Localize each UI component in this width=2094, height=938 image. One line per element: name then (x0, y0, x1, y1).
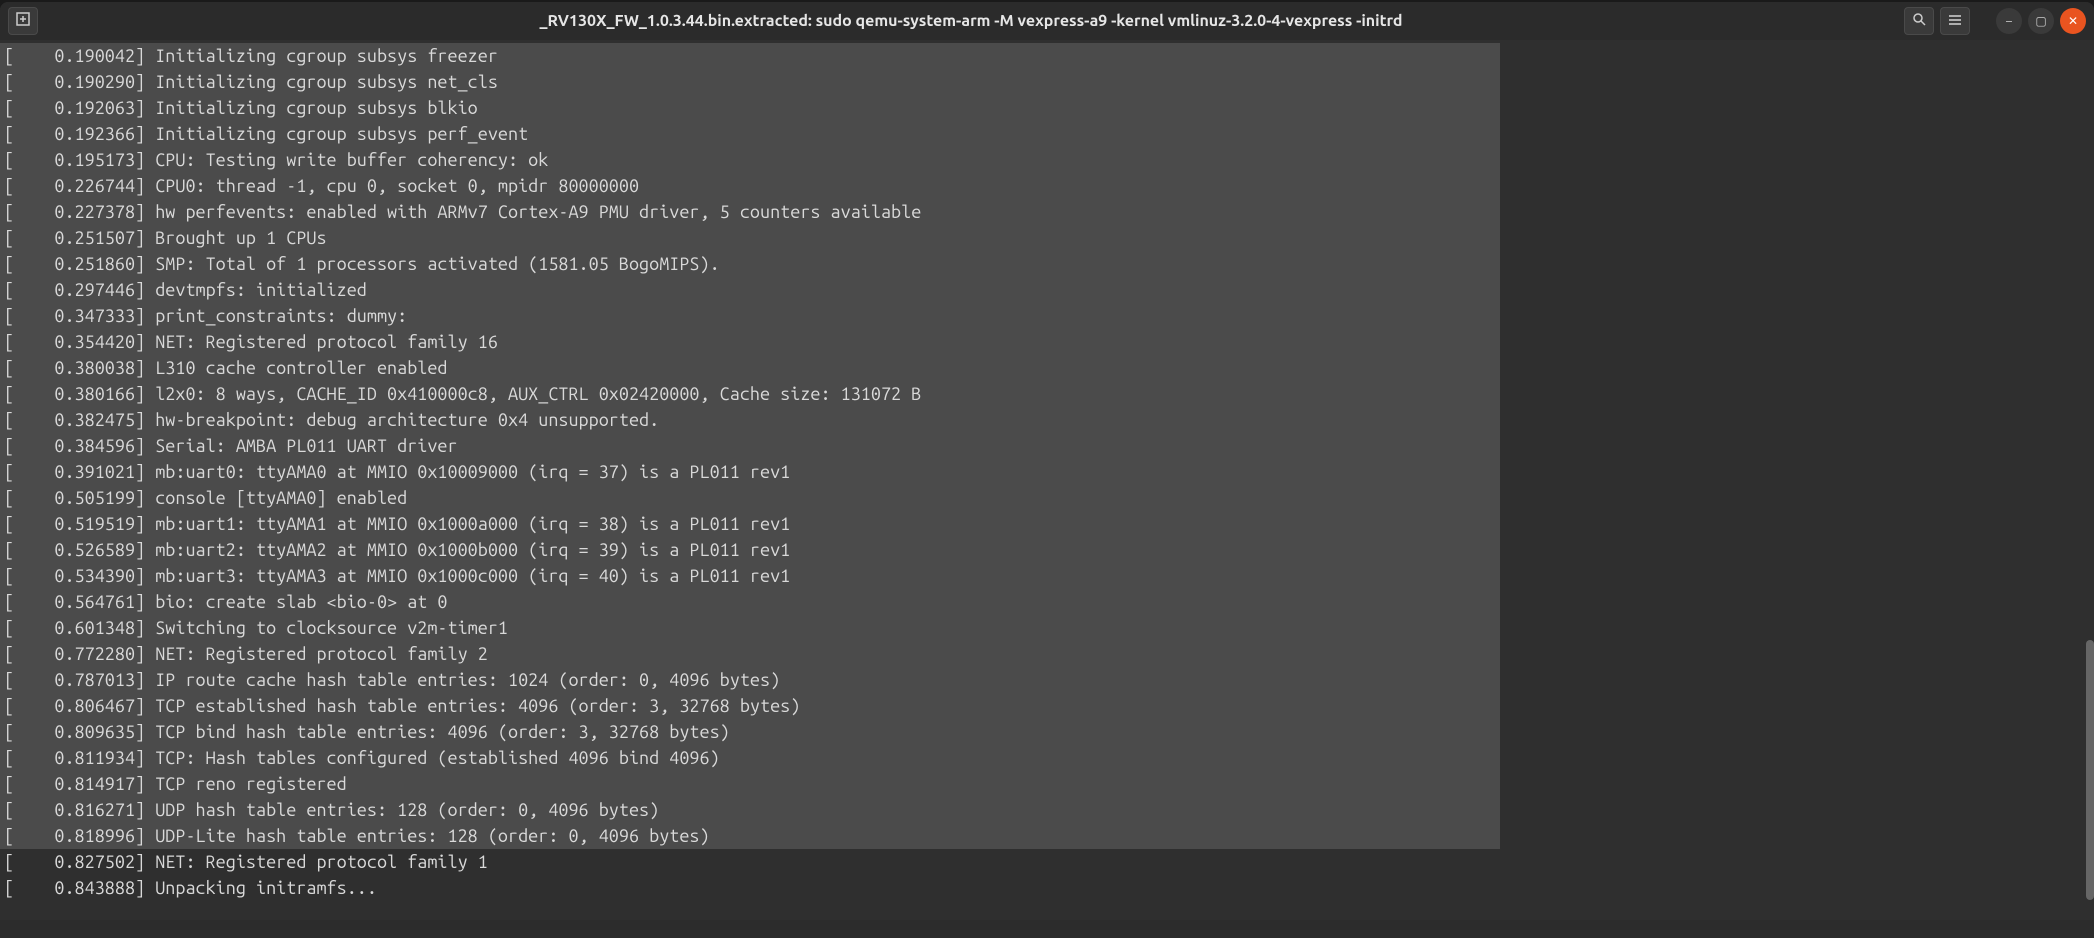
kernel-log-line: [ 0.192366] Initializing cgroup subsys p… (4, 121, 2090, 147)
window-close-button[interactable]: ✕ (2060, 8, 2086, 34)
kernel-log-line: [ 0.816271] UDP hash table entries: 128 … (4, 797, 2090, 823)
kernel-log-line: [ 0.519519] mb:uart1: ttyAMA1 at MMIO 0x… (4, 511, 2090, 537)
kernel-log-line: [ 0.190042] Initializing cgroup subsys f… (4, 43, 2090, 69)
kernel-log-line: [ 0.380166] l2x0: 8 ways, CACHE_ID 0x410… (4, 381, 2090, 407)
terminal-window: _RV130X_FW_1.0.3.44.bin.extracted: sudo … (0, 2, 2094, 920)
kernel-log-line: [ 0.772280] NET: Registered protocol fam… (4, 641, 2090, 667)
kernel-log-line: [ 0.811934] TCP: Hash tables configured … (4, 745, 2090, 771)
window-minimize-button[interactable]: – (1996, 8, 2022, 34)
kernel-log-line: [ 0.526589] mb:uart2: ttyAMA2 at MMIO 0x… (4, 537, 2090, 563)
kernel-log-line: [ 0.814917] TCP reno registered (4, 771, 2090, 797)
kernel-log-line: [ 0.818996] UDP-Lite hash table entries:… (4, 823, 2090, 849)
kernel-log-line: [ 0.505199] console [ttyAMA0] enabled (4, 485, 2090, 511)
maximize-icon: ▢ (2035, 14, 2046, 28)
terminal-output[interactable]: [ 0.190042] Initializing cgroup subsys f… (0, 40, 2094, 911)
kernel-log-line: [ 0.380038] L310 cache controller enable… (4, 355, 2090, 381)
minimize-icon: – (2006, 15, 2012, 28)
terminal-body[interactable]: [ 0.190042] Initializing cgroup subsys f… (0, 40, 2094, 920)
new-tab-button[interactable] (8, 7, 38, 35)
kernel-log-line: [ 0.251507] Brought up 1 CPUs (4, 225, 2090, 251)
kernel-log-line: [ 0.190290] Initializing cgroup subsys n… (4, 69, 2090, 95)
kernel-log-line: [ 0.601348] Switching to clocksource v2m… (4, 615, 2090, 641)
kernel-log-line: [ 0.347333] print_constraints: dummy: (4, 303, 2090, 329)
kernel-log-line: [ 0.354420] NET: Registered protocol fam… (4, 329, 2090, 355)
kernel-log-line: [ 0.192063] Initializing cgroup subsys b… (4, 95, 2090, 121)
kernel-log-line: [ 0.251860] SMP: Total of 1 processors a… (4, 251, 2090, 277)
close-icon: ✕ (2068, 14, 2078, 28)
kernel-log-line: [ 0.384596] Serial: AMBA PL011 UART driv… (4, 433, 2090, 459)
kernel-log-line: [ 0.809635] TCP bind hash table entries:… (4, 719, 2090, 745)
kernel-log-line: [ 0.564761] bio: create slab <bio-0> at … (4, 589, 2090, 615)
terminal-menu-button[interactable] (1940, 7, 1970, 35)
kernel-log-line: [ 0.391021] mb:uart0: ttyAMA0 at MMIO 0x… (4, 459, 2090, 485)
hamburger-icon (1948, 12, 1962, 30)
kernel-log-line: [ 0.297446] devtmpfs: initialized (4, 277, 2090, 303)
kernel-log-line: [ 0.843888] Unpacking initramfs... (4, 875, 2090, 901)
kernel-log-line: [ 0.534390] mb:uart3: ttyAMA3 at MMIO 0x… (4, 563, 2090, 589)
kernel-log-line: [ 0.227378] hw perfevents: enabled with … (4, 199, 2090, 225)
terminal-search-button[interactable] (1904, 7, 1934, 35)
kernel-log-line: [ 0.806467] TCP established hash table e… (4, 693, 2090, 719)
kernel-log-line: [ 0.226744] CPU0: thread -1, cpu 0, sock… (4, 173, 2090, 199)
scrollbar-thumb[interactable] (2086, 640, 2094, 900)
kernel-log-line: [ 0.827502] NET: Registered protocol fam… (4, 849, 2090, 875)
kernel-log-line: [ 0.195173] CPU: Testing write buffer co… (4, 147, 2090, 173)
kernel-log-line: [ 0.382475] hw-breakpoint: debug archite… (4, 407, 2090, 433)
window-title: _RV130X_FW_1.0.3.44.bin.extracted: sudo … (38, 12, 1904, 30)
terminal-titlebar[interactable]: _RV130X_FW_1.0.3.44.bin.extracted: sudo … (0, 2, 2094, 40)
window-maximize-button[interactable]: ▢ (2028, 8, 2054, 34)
kernel-log-line: [ 0.787013] IP route cache hash table en… (4, 667, 2090, 693)
new-tab-icon (16, 12, 30, 30)
search-icon (1912, 12, 1926, 30)
